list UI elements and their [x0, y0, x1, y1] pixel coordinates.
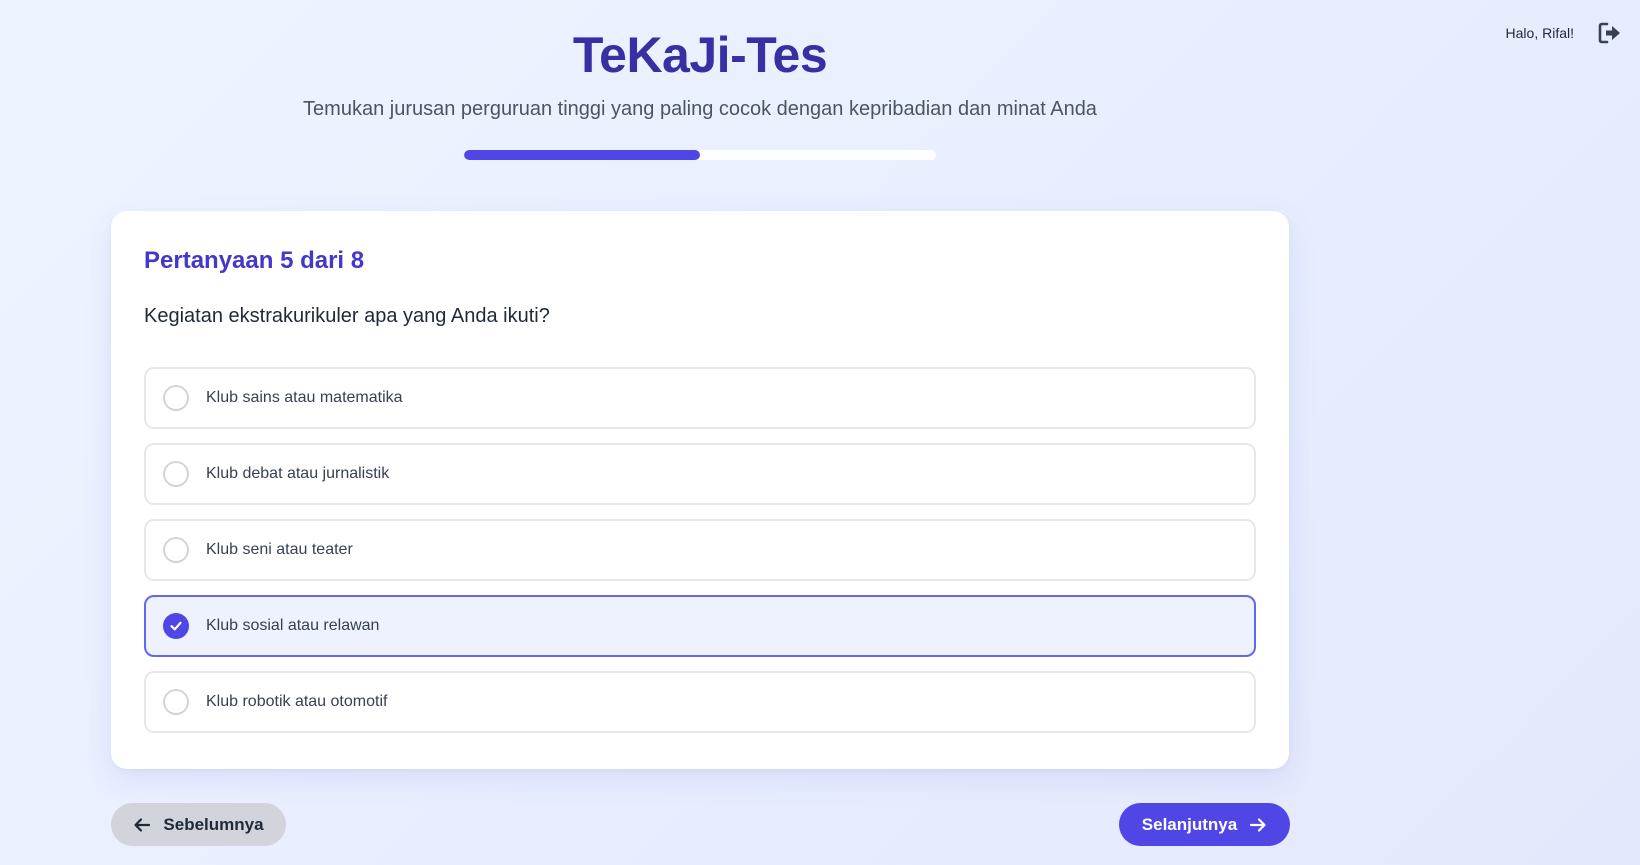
- answer-option-label: Klub debat atau jurnalistik: [206, 465, 390, 482]
- next-button-label: Selanjutnya: [1141, 814, 1238, 834]
- answer-option[interactable]: Klub sosial atau relawan: [144, 595, 1256, 657]
- question-number: Pertanyaan 5 dari 8: [144, 247, 365, 274]
- previous-button-label: Sebelumnya: [163, 814, 264, 834]
- check-icon: [170, 621, 182, 631]
- progress-bar: [464, 150, 936, 160]
- app-subtitle: Temukan jurusan perguruan tinggi yang pa…: [303, 98, 1097, 120]
- user-greeting: Halo, Rifal!: [1505, 25, 1574, 41]
- radio-button[interactable]: [163, 385, 189, 411]
- progress-bar-fill: [464, 150, 700, 160]
- question-card: Pertanyaan 5 dari 8 Kegiatan ekstrakurik…: [111, 211, 1289, 769]
- radio-button[interactable]: [163, 461, 189, 487]
- radio-button[interactable]: [163, 613, 189, 639]
- previous-button[interactable]: Sebelumnya: [111, 803, 286, 846]
- answer-option-label: Klub sains atau matematika: [206, 389, 403, 406]
- answer-option-label: Klub robotik atau otomotif: [206, 693, 388, 710]
- answer-option[interactable]: Klub sains atau matematika: [144, 367, 1256, 429]
- user-area: Halo, Rifal!: [1506, 22, 1622, 44]
- answer-option-label: Klub seni atau teater: [206, 541, 353, 558]
- answer-options: Klub sains atau matematika Klub debat at…: [144, 367, 1256, 747]
- question-text: Kegiatan ekstrakurikuler apa yang Anda i…: [144, 305, 550, 327]
- app-title: TeKaJi-Tes: [572, 27, 828, 83]
- arrow-left-icon: [134, 817, 151, 832]
- answer-option-label: Klub sosial atau relawan: [206, 617, 380, 634]
- next-button[interactable]: Selanjutnya: [1119, 803, 1290, 846]
- radio-button[interactable]: [163, 537, 189, 563]
- header: TeKaJi-Tes Temukan jurusan perguruan tin…: [111, 24, 1289, 122]
- radio-button[interactable]: [163, 689, 189, 715]
- logout-icon[interactable]: [1598, 22, 1622, 44]
- arrow-right-icon: [1250, 817, 1266, 832]
- answer-option[interactable]: Klub debat atau jurnalistik: [144, 443, 1256, 505]
- answer-option[interactable]: Klub seni atau teater: [144, 519, 1256, 581]
- answer-option[interactable]: Klub robotik atau otomotif: [144, 671, 1256, 733]
